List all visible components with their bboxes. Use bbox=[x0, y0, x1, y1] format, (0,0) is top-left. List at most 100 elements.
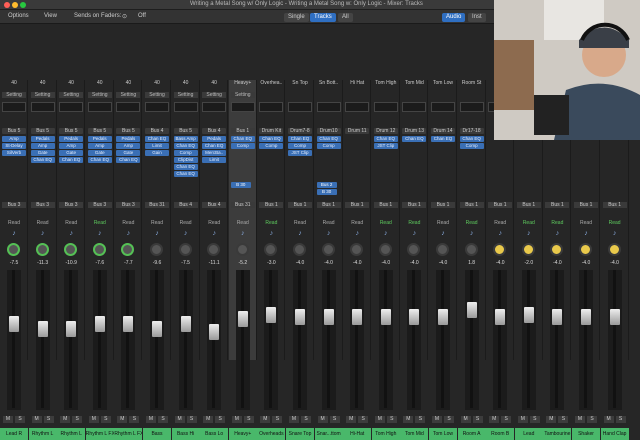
plugin-slot[interactable]: Chan EQ bbox=[202, 143, 227, 149]
mute-button[interactable]: M bbox=[117, 416, 128, 423]
output-slot[interactable]: Bus 3 bbox=[59, 202, 84, 208]
automation-mode[interactable]: Read bbox=[174, 220, 198, 226]
input-slot[interactable]: Bus 5 bbox=[116, 128, 141, 134]
pan-knob[interactable] bbox=[7, 243, 20, 256]
input-slot[interactable]: Bus 5 bbox=[87, 128, 112, 134]
input-slot[interactable]: Bus 4 bbox=[145, 128, 169, 134]
eq-thumbnail[interactable] bbox=[87, 102, 112, 112]
plugin-slot[interactable]: Gate bbox=[116, 150, 141, 156]
solo-button[interactable]: S bbox=[415, 416, 426, 423]
solo-button[interactable]: S bbox=[386, 416, 397, 423]
output-slot[interactable]: Bus 1 bbox=[431, 202, 455, 208]
solo-button[interactable]: S bbox=[558, 416, 569, 423]
channel-strip[interactable]: Tom Mid Drum 13 Chan EQ Bus 1 Read ♪ -4.0 M S Tom… bbox=[400, 80, 429, 440]
plugin-slot[interactable]: Comp bbox=[459, 143, 484, 149]
solo-button[interactable]: S bbox=[186, 416, 197, 423]
input-slot[interactable]: Bus 5 bbox=[173, 128, 198, 134]
pan-knob[interactable] bbox=[378, 243, 392, 256]
options-menu[interactable]: Options bbox=[8, 13, 29, 19]
fader-cap[interactable] bbox=[123, 316, 134, 333]
plugin-slot[interactable]: Chan EQ bbox=[87, 157, 112, 163]
track-name[interactable]: Lead R bbox=[0, 428, 28, 440]
channel-strip[interactable]: Tom Low Drum 14 Chan EQ Bus 1 Read ♪ -4.0 M S Tom… bbox=[429, 80, 457, 440]
solo-button[interactable]: S bbox=[358, 416, 369, 423]
output-slot[interactable]: Bus 1 bbox=[602, 202, 627, 208]
automation-mode[interactable]: Read bbox=[145, 220, 169, 226]
plugin-slot[interactable]: St-Delay bbox=[2, 143, 26, 149]
automation-mode[interactable]: Read bbox=[460, 220, 484, 226]
output-slot[interactable]: Bus 4 bbox=[173, 202, 198, 208]
channel-strip[interactable]: Tom High Drum 12 Chan EQ JST Clip Bus 1 Read ♪… bbox=[371, 80, 400, 440]
plugin-slot[interactable]: JST Clip bbox=[373, 143, 398, 149]
fader-cap[interactable] bbox=[409, 309, 420, 326]
channel-strip[interactable]: Overhea.. Drum Kit Chan EQ Comp Bus 1 Read ♪ -3… bbox=[257, 80, 286, 440]
input-slot[interactable]: Bus 4 bbox=[202, 128, 227, 134]
plugin-slot[interactable]: Gate bbox=[30, 150, 55, 156]
plugin-slot[interactable]: Pedals bbox=[30, 136, 55, 142]
solo-button[interactable]: S bbox=[158, 416, 168, 423]
plugin-slot[interactable]: Comp bbox=[259, 143, 284, 149]
automation-mode[interactable]: Read bbox=[116, 220, 140, 226]
fader-cap[interactable] bbox=[37, 321, 48, 338]
track-name[interactable]: Tom High bbox=[371, 428, 400, 440]
mute-button[interactable]: M bbox=[60, 416, 71, 423]
plugin-slot[interactable]: MercBa.. bbox=[202, 150, 227, 156]
output-slot[interactable]: Bus 3 bbox=[30, 202, 55, 208]
plugin-slot[interactable]: Chan EQ bbox=[373, 136, 398, 142]
channel-strip[interactable]: 40 Setting Bus 5 Pedals Amp Gate Chan EQ Bus 3 R… bbox=[85, 80, 114, 440]
output-slot[interactable]: Bus 31 bbox=[145, 202, 169, 208]
eq-thumbnail[interactable] bbox=[30, 102, 55, 112]
eq-thumbnail[interactable] bbox=[173, 102, 198, 112]
pan-knob[interactable] bbox=[178, 243, 192, 256]
plugin-slot[interactable]: Chan EQ bbox=[30, 157, 55, 163]
plugin-slot[interactable]: SilVerb bbox=[2, 150, 26, 156]
mute-button[interactable]: M bbox=[546, 416, 557, 423]
plugin-slot[interactable]: Gate bbox=[87, 150, 112, 156]
solo-button[interactable]: S bbox=[529, 416, 540, 423]
maximize-button[interactable] bbox=[20, 2, 26, 8]
solo-button[interactable]: S bbox=[43, 416, 54, 423]
filter-audio-button[interactable]: Audio bbox=[442, 13, 466, 22]
mute-button[interactable]: M bbox=[31, 416, 42, 423]
automation-mode[interactable]: Read bbox=[259, 220, 283, 226]
track-name[interactable]: Rhythm L bbox=[57, 428, 86, 440]
minimize-button[interactable] bbox=[12, 2, 18, 8]
automation-mode[interactable]: Read bbox=[345, 220, 369, 226]
automation-mode[interactable]: Read bbox=[88, 220, 112, 226]
input-slot[interactable]: Bus 5 bbox=[30, 128, 55, 134]
solo-button[interactable]: S bbox=[100, 416, 111, 423]
output-slot[interactable]: Bus 31 bbox=[230, 202, 255, 208]
fader-cap[interactable] bbox=[581, 309, 591, 326]
fader-cap[interactable] bbox=[523, 306, 534, 323]
solo-button[interactable]: S bbox=[72, 416, 83, 423]
send-slot[interactable]: B 30 bbox=[316, 189, 337, 195]
pan-knob[interactable] bbox=[35, 243, 49, 256]
mute-button[interactable]: M bbox=[517, 416, 528, 423]
plugin-slot[interactable]: Chan EQ bbox=[402, 136, 427, 142]
channel-strip[interactable]: 40 Setting Bus 5 Bass Amp Chan EQ Comp ClipDis… bbox=[171, 80, 200, 440]
automation-mode[interactable]: Read bbox=[488, 220, 512, 226]
track-name[interactable]: Bass Hi bbox=[171, 428, 200, 440]
mute-button[interactable]: M bbox=[260, 416, 271, 423]
eq-thumbnail[interactable] bbox=[230, 102, 255, 112]
output-slot[interactable]: Bus 1 bbox=[288, 202, 312, 208]
plugin-slot[interactable]: Comp bbox=[316, 143, 341, 149]
automation-mode[interactable]: Read bbox=[374, 220, 398, 226]
plugin-slot[interactable]: Comp bbox=[173, 150, 198, 156]
fader-cap[interactable] bbox=[323, 309, 334, 326]
fader-cap[interactable] bbox=[466, 301, 477, 318]
plugin-slot[interactable]: Chan EQ bbox=[59, 157, 84, 163]
eq-thumbnail[interactable] bbox=[316, 102, 341, 112]
plugin-slot[interactable]: Limit bbox=[145, 143, 169, 149]
setting-button[interactable]: Setting bbox=[2, 92, 26, 98]
input-slot[interactable]: Drum 11 bbox=[345, 128, 370, 134]
input-slot[interactable]: Drum10 bbox=[316, 128, 341, 134]
solo-button[interactable]: S bbox=[215, 416, 226, 423]
mute-button[interactable]: M bbox=[489, 416, 500, 423]
fader-cap[interactable] bbox=[66, 321, 77, 338]
mute-button[interactable]: M bbox=[603, 416, 614, 423]
plugin-slot[interactable]: Amp bbox=[59, 143, 84, 149]
setting-button[interactable]: Setting bbox=[173, 92, 198, 98]
plugin-slot[interactable]: Limit bbox=[202, 157, 227, 163]
output-slot[interactable]: Bus 1 bbox=[545, 202, 570, 208]
